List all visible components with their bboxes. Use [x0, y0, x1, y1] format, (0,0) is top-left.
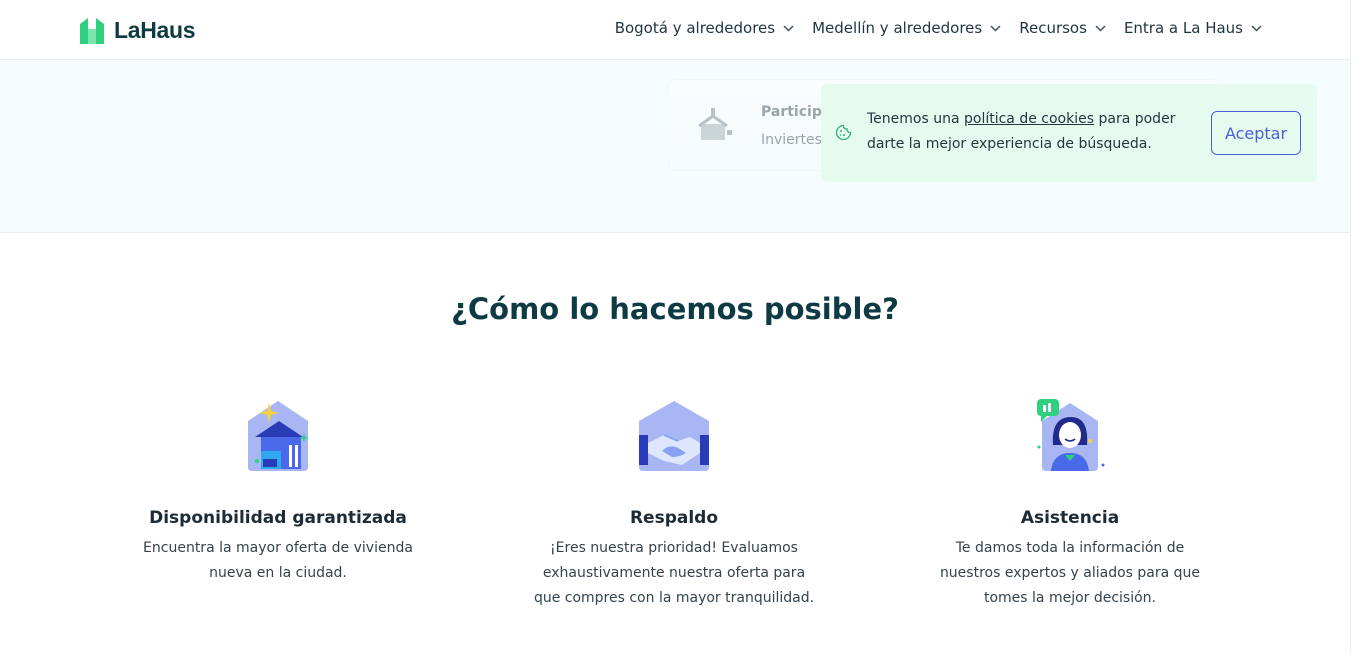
feature-description-line: exhaustivamente nuestra oferta para — [542, 565, 806, 581]
accept-cookies-button[interactable]: Aceptar — [1211, 111, 1301, 155]
handshake-illustration-icon — [639, 401, 709, 471]
feature-disponibilidad: Disponibilidad garantizada Encuentra la … — [128, 395, 428, 586]
nav-bogota[interactable]: Bogotá y alrededores — [615, 19, 794, 37]
feature-description-line: nueva en la ciudad. — [209, 565, 347, 581]
nav-medellin[interactable]: Medellín y alrededores — [812, 19, 1001, 37]
feature-description-line: ¡Eres nuestra prioridad! Evaluamos — [550, 540, 798, 556]
feature-description-line: nuestros expertos y aliados para que — [939, 565, 1201, 581]
building-icon — [698, 108, 732, 140]
cookie-text-before: Tenemos una — [867, 111, 964, 127]
chevron-down-icon — [990, 25, 1001, 31]
house-sparkle-illustration-icon — [248, 401, 309, 471]
feature-asistencia: Asistencia Te damos toda la información … — [920, 395, 1220, 611]
lahaus-logo-icon — [80, 17, 104, 44]
feature-description-line: que compres con la mayor tranquilidad. — [533, 590, 815, 606]
cookie-message: Tenemos una política de cookies para pod… — [867, 107, 1197, 157]
feature-respaldo: Respaldo ¡Eres nuestra prioridad! Evalua… — [524, 395, 824, 611]
nav-label: Recursos — [1019, 19, 1087, 37]
nav-entra[interactable]: Entra a La Haus — [1124, 19, 1262, 37]
feature-title: Respaldo — [629, 508, 719, 528]
nav-label: Bogotá y alrededores — [614, 19, 776, 37]
section-title: ¿Cómo lo hacemos posible? — [451, 292, 899, 326]
chevron-down-icon — [1251, 25, 1262, 31]
cookie-icon — [835, 124, 852, 141]
feature-description: Encuentra la mayor oferta de vivienda nu… — [128, 536, 428, 586]
logo-text: LaHaus — [114, 17, 196, 43]
page-scrollbar[interactable] — [1350, 0, 1366, 654]
cookie-policy-link[interactable]: política de cookies — [964, 111, 1094, 127]
nav-recursos[interactable]: Recursos — [1019, 19, 1106, 37]
chevron-down-icon — [783, 25, 794, 31]
chevron-down-icon — [1095, 25, 1106, 31]
feature-description: ¡Eres nuestra prioridad! Evaluamos exhau… — [524, 536, 824, 611]
nav-label: Medellín y alrededores — [812, 19, 983, 37]
logo[interactable]: LaHaus — [80, 17, 196, 44]
feature-description-line: Encuentra la mayor oferta de vivienda — [143, 540, 413, 556]
feature-title: Disponibilidad garantizada — [149, 508, 407, 528]
nav-label: Entra a La Haus — [1123, 19, 1243, 37]
feature-description: Te damos toda la información de nuestros… — [920, 536, 1220, 611]
main-nav: Bogotá y alrededores Medellín y alrededo… — [615, 19, 1262, 37]
assistant-illustration-icon — [1037, 399, 1105, 471]
feature-description-line: tomes la mejor decisión. — [983, 590, 1157, 606]
feature-title: Asistencia — [1020, 508, 1120, 528]
cookie-banner: Tenemos una política de cookies para pod… — [821, 84, 1317, 182]
card-text: Inviertes — [761, 132, 822, 148]
feature-description-line: Te damos toda la información de — [955, 540, 1185, 556]
site-header: LaHaus Bogotá y alrededores Medellín y a… — [0, 0, 1350, 60]
